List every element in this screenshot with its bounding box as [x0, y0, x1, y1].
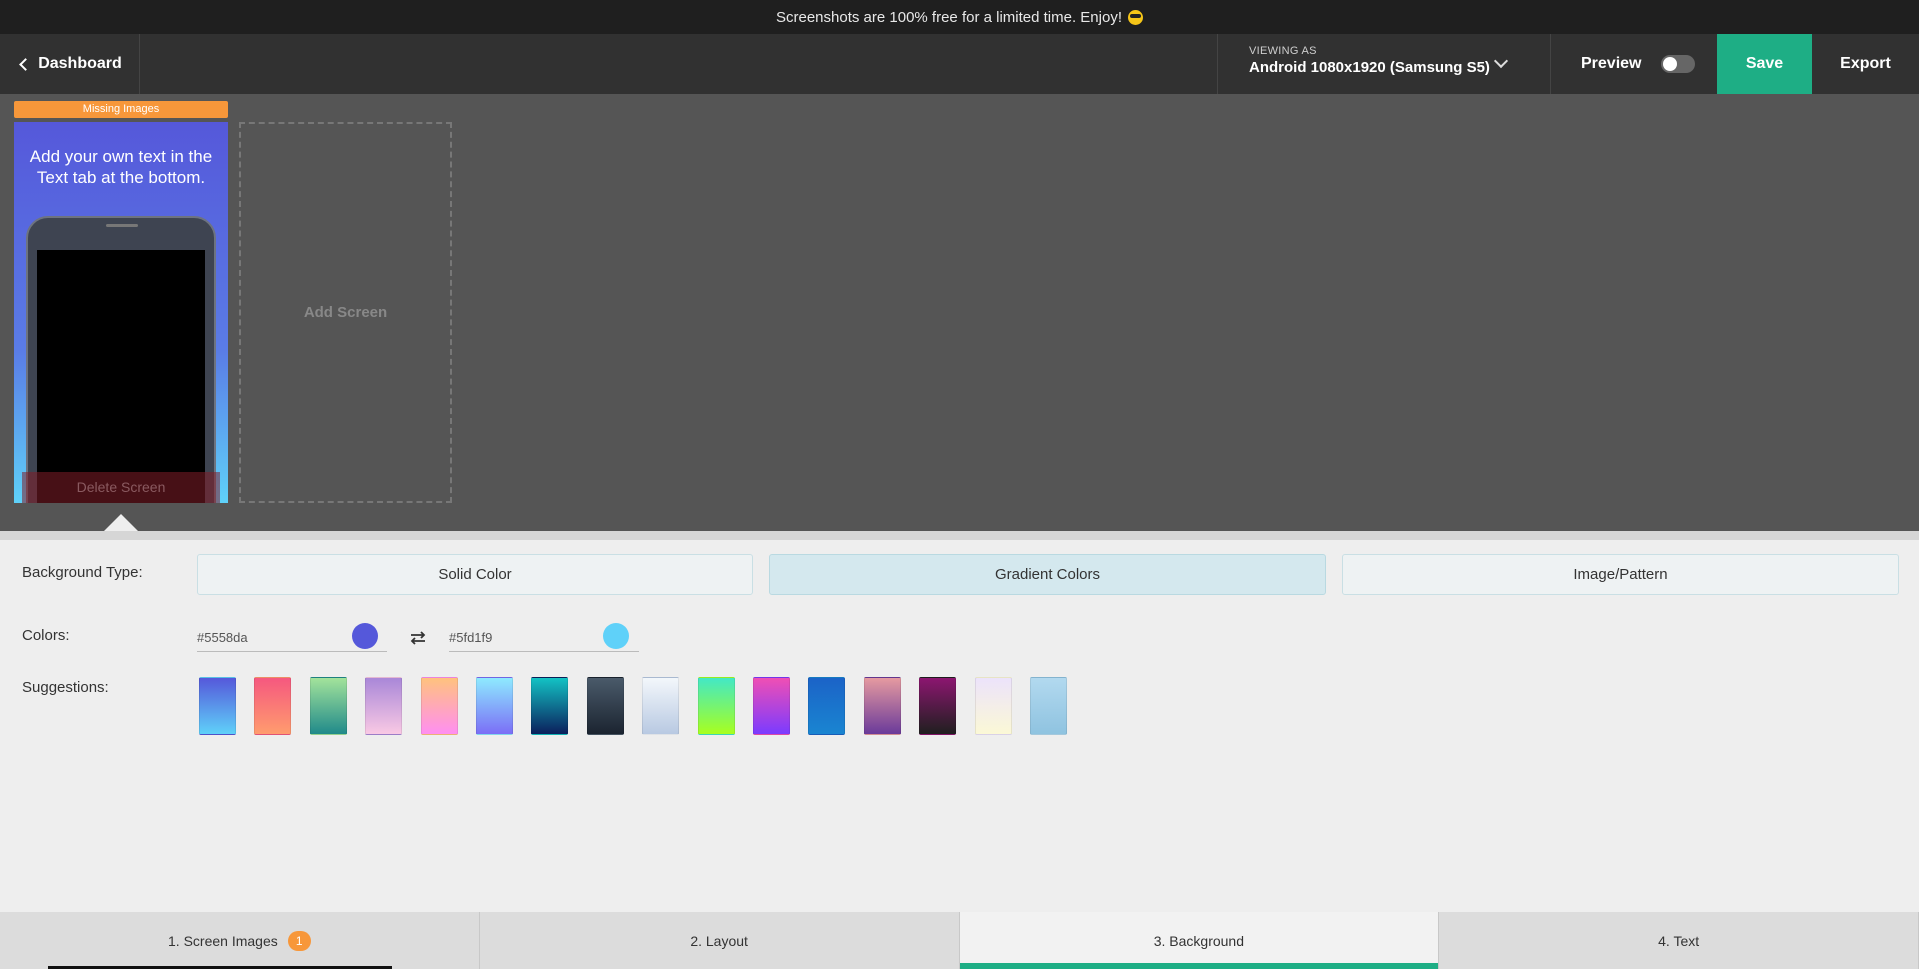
promo-banner: Screenshots are 100% free for a limited … — [0, 0, 1919, 34]
tab-label: 4. Text — [1658, 932, 1700, 949]
screen-thumbnail[interactable]: Add your own text in the Text tab at the… — [14, 122, 228, 503]
gradient-suggestion-swatch[interactable] — [753, 677, 790, 735]
selected-screen-pointer — [104, 514, 138, 531]
solid-color-button[interactable]: Solid Color — [197, 554, 753, 595]
gradient-color-1-swatch[interactable] — [352, 623, 378, 649]
add-screen-button[interactable]: Add Screen — [239, 122, 452, 503]
screen-caption-text: Add your own text in the Text tab at the… — [29, 147, 213, 187]
gradient-suggestion-swatch[interactable] — [863, 677, 901, 735]
gradient-suggestion-swatch[interactable] — [919, 677, 957, 735]
missing-count-badge: 1 — [287, 930, 311, 951]
gradient-color-2-swatch[interactable] — [603, 623, 629, 649]
add-screen-label: Add Screen — [303, 304, 388, 321]
missing-images-badge: Missing Images — [14, 101, 228, 118]
phone-speaker — [106, 224, 138, 227]
export-button[interactable]: Export — [1812, 34, 1919, 94]
gradient-suggestion-swatch[interactable] — [420, 677, 458, 735]
colors-label: Colors: — [22, 627, 70, 644]
panel-splitter[interactable] — [0, 531, 1919, 540]
tab-label: 1. Screen Images — [168, 932, 278, 949]
preview-toggle-knob — [1663, 57, 1678, 71]
background-type-label: Background Type: — [22, 564, 143, 581]
tab-layout[interactable]: 2. Layout — [480, 912, 960, 969]
tab-background[interactable]: 3. Background — [959, 912, 1440, 969]
suggestions-label: Suggestions: — [22, 679, 109, 696]
phone-mockup — [26, 216, 216, 503]
back-to-dashboard-button[interactable]: Dashboard — [0, 34, 140, 94]
tab-label: 3. Background — [1153, 932, 1245, 949]
gradient-suggestion-swatch[interactable] — [254, 677, 292, 735]
gradient-suggestion-swatch[interactable] — [531, 677, 569, 735]
gradient-suggestion-swatch[interactable] — [808, 677, 846, 735]
screens-canvas: Missing Images Add your own text in the … — [0, 94, 1919, 531]
preview-toggle[interactable] — [1661, 55, 1696, 73]
delete-screen-button[interactable]: Delete Screen — [22, 472, 220, 503]
phone-screen — [37, 250, 205, 503]
gradient-suggestion-swatch[interactable] — [476, 677, 513, 735]
device-selector-label: VIEWING AS — [1249, 45, 1317, 57]
image-pattern-button[interactable]: Image/Pattern — [1342, 554, 1899, 595]
gradient-suggestion-swatch[interactable] — [1030, 677, 1067, 735]
gradient-suggestion-swatch[interactable] — [586, 677, 624, 735]
tab-text[interactable]: 4. Text — [1439, 912, 1919, 969]
save-button[interactable]: Save — [1717, 34, 1812, 94]
gradient-suggestion-swatch[interactable] — [974, 677, 1012, 735]
editor-tabs: 1. Screen Images 1 2. Layout 3. Backgrou… — [0, 912, 1919, 969]
gradient-suggestion-swatch[interactable] — [199, 677, 236, 735]
tab-screen-images[interactable]: 1. Screen Images 1 — [0, 912, 480, 969]
top-toolbar: Dashboard VIEWING AS Android 1080x1920 (… — [0, 34, 1919, 94]
sunglasses-emoji-icon — [1128, 9, 1143, 25]
gradient-suggestion-swatch[interactable] — [697, 677, 735, 735]
chevron-left-icon — [19, 57, 33, 71]
gradient-suggestion-swatch[interactable] — [642, 677, 680, 735]
preview-control: Preview — [1581, 34, 1696, 94]
back-button-label: Dashboard — [38, 55, 122, 72]
gradient-suggestion-swatch[interactable] — [365, 677, 403, 735]
tab-label: 2. Layout — [690, 932, 748, 949]
gradient-colors-button[interactable]: Gradient Colors — [769, 554, 1326, 595]
gradient-suggestion-swatch[interactable] — [309, 677, 347, 735]
swap-colors-icon[interactable] — [409, 631, 427, 645]
preview-label: Preview — [1581, 55, 1642, 72]
device-selector[interactable]: VIEWING AS Android 1080x1920 (Samsung S5… — [1217, 34, 1551, 94]
promo-banner-text: Screenshots are 100% free for a limited … — [776, 8, 1122, 26]
